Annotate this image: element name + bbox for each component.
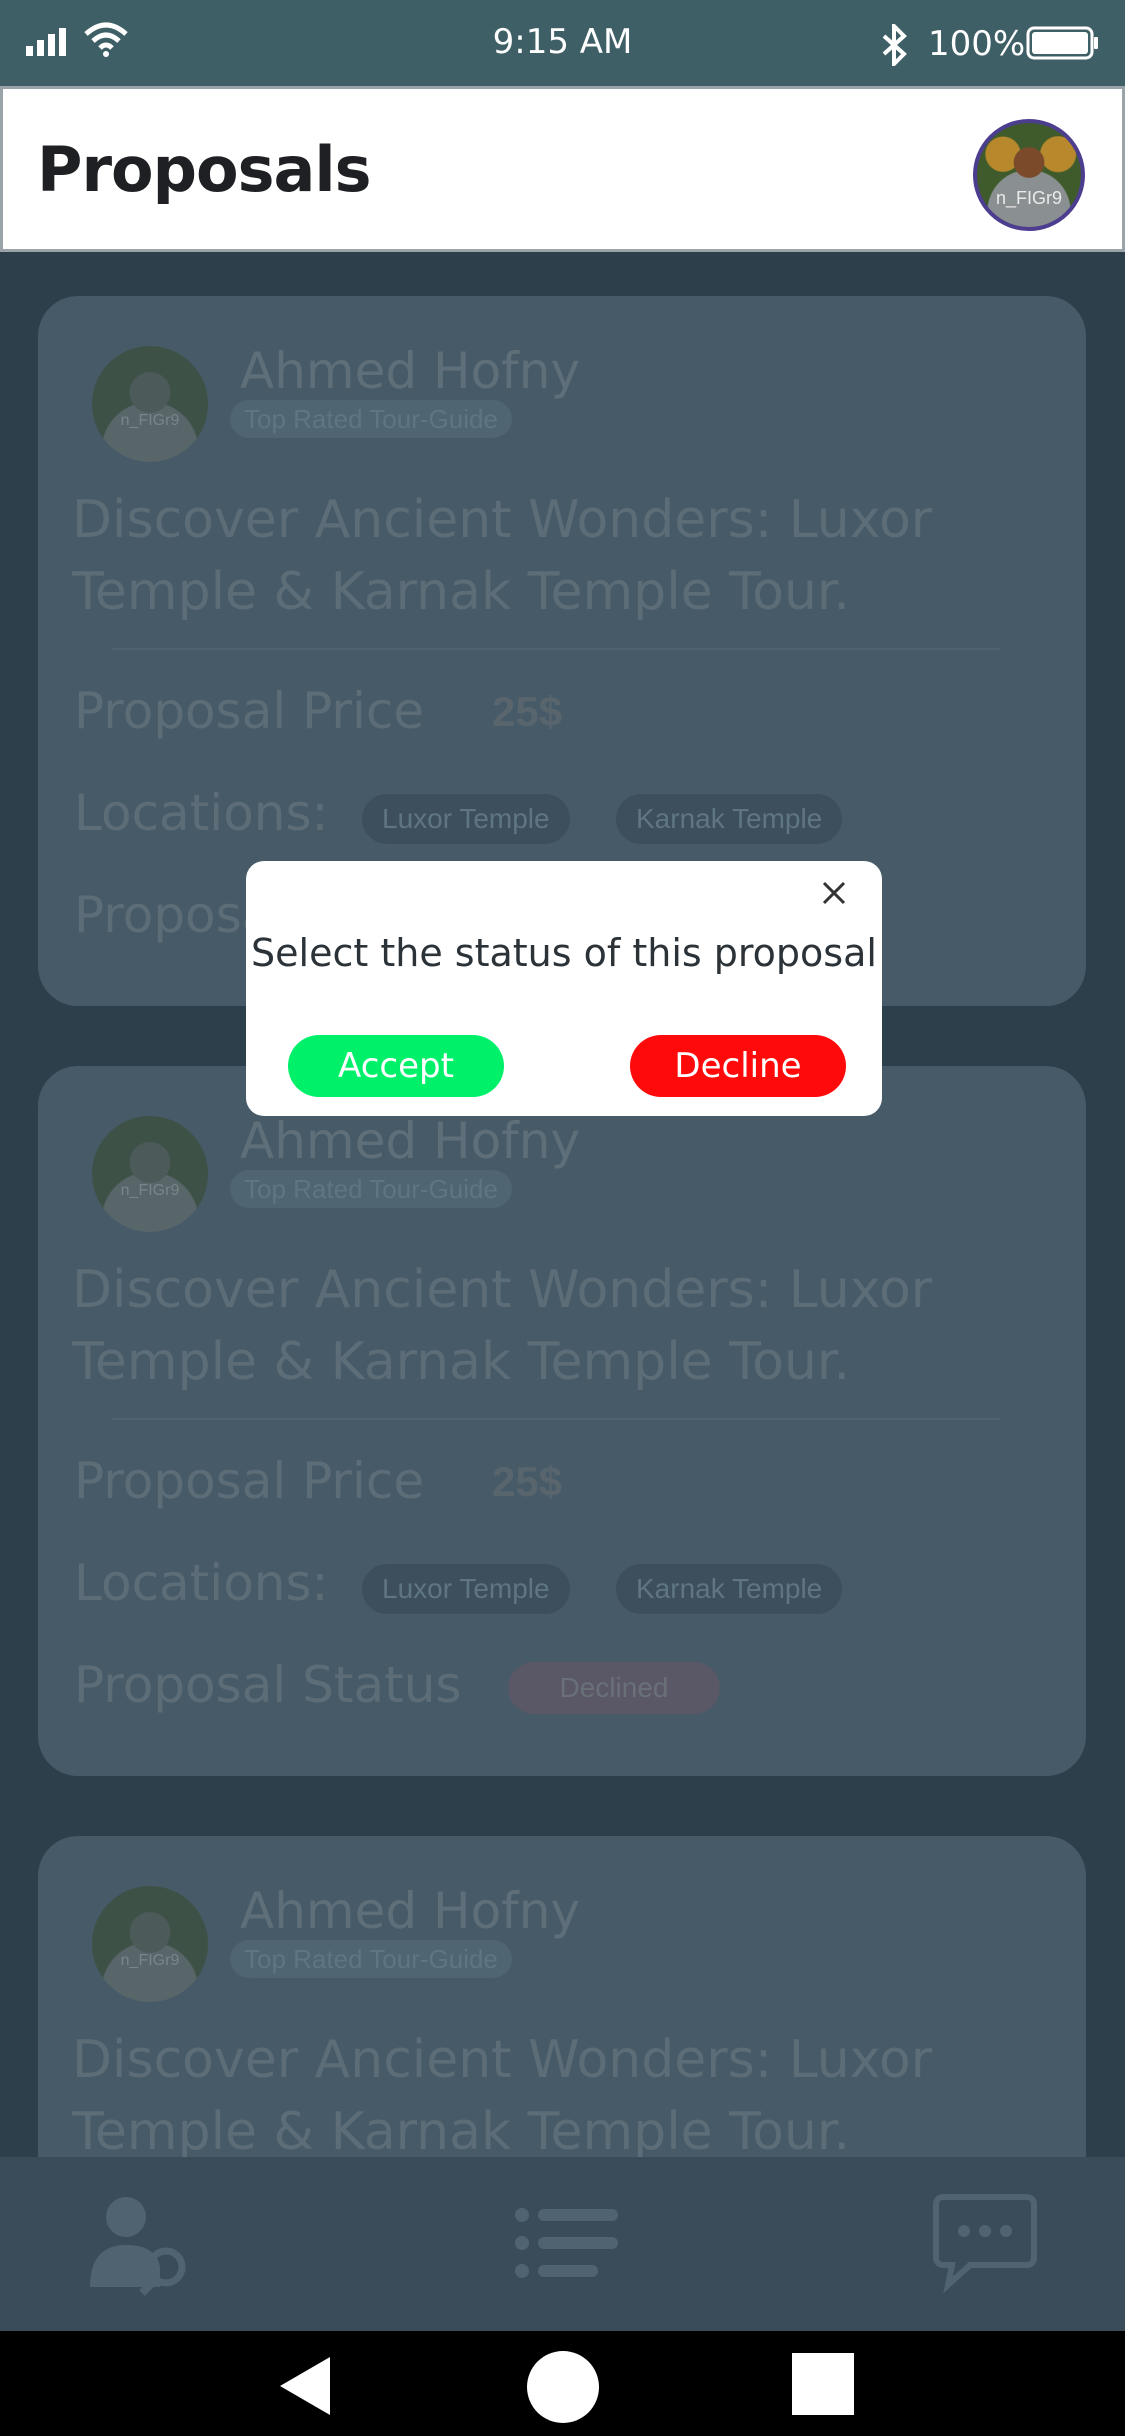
location-chip: Luxor Temple: [362, 1564, 570, 1614]
avatar-watermark: n_FIGr9: [120, 1952, 180, 1969]
price-value: 25$: [492, 1458, 563, 1505]
bluetooth-icon: [882, 24, 907, 66]
guide-badge: Top Rated Tour-Guide: [230, 1170, 512, 1208]
guide-name: Ahmed Hofny: [240, 1112, 581, 1170]
guide-name: Ahmed Hofny: [240, 1882, 581, 1940]
proposal-card[interactable]: n_FIGr9 Ahmed Hofny Top Rated Tour-Guide…: [38, 1836, 1086, 2157]
proposal-title: Discover Ancient Wonders: Luxor Temple &…: [72, 2030, 933, 2157]
close-icon[interactable]: [816, 875, 852, 911]
location-chip: Karnak Temple: [616, 794, 843, 844]
app-header: Proposals n_FIGr9: [0, 86, 1125, 252]
home-icon[interactable]: [527, 2351, 599, 2423]
back-icon[interactable]: [278, 2355, 332, 2417]
recents-icon[interactable]: [792, 2353, 854, 2415]
guide-search-icon[interactable]: [86, 2187, 196, 2297]
page-title: Proposals: [37, 133, 371, 206]
guide-badge: Top Rated Tour-Guide: [230, 1940, 512, 1978]
avatar-watermark: n_FIGr9: [120, 412, 180, 429]
battery-percentage: 100%: [928, 24, 1026, 64]
guide-avatar: n_FIGr9: [92, 1116, 208, 1232]
avatar-watermark: n_FIGr9: [120, 1182, 180, 1199]
proposal-title: Discover Ancient Wonders: Luxor Temple &…: [72, 1260, 933, 1392]
avatar-watermark: n_FIGr9: [995, 188, 1063, 208]
profile-avatar[interactable]: n_FIGr9: [973, 119, 1085, 231]
price-label: Proposal Price: [74, 682, 425, 740]
location-chip: Karnak Temple: [616, 1564, 843, 1614]
status-badge: Declined: [508, 1662, 720, 1714]
price-label: Proposal Price: [74, 1452, 425, 1510]
list-icon[interactable]: [512, 2187, 622, 2297]
guide-avatar: n_FIGr9: [92, 1886, 208, 2002]
status-label: Proposal Status: [74, 1656, 462, 1714]
decline-button[interactable]: Decline: [630, 1035, 846, 1097]
battery-icon: [1026, 26, 1098, 60]
locations-label: Locations:: [74, 1554, 329, 1612]
guide-name: Ahmed Hofny: [240, 342, 581, 400]
guide-avatar: n_FIGr9: [92, 346, 208, 462]
divider: [112, 1418, 1000, 1420]
system-nav-bar: [0, 2331, 1125, 2436]
status-bar: 9:15 AM 100%: [0, 0, 1125, 86]
status-dialog: Select the status of this proposal Accep…: [246, 861, 882, 1116]
bottom-nav: [0, 2157, 1125, 2331]
proposal-list: n_FIGr9 Ahmed Hofny Top Rated Tour-Guide…: [0, 252, 1125, 2157]
location-chip: Luxor Temple: [362, 794, 570, 844]
locations-label: Locations:: [74, 784, 329, 842]
chat-icon[interactable]: [930, 2187, 1040, 2297]
proposal-card[interactable]: n_FIGr9 Ahmed Hofny Top Rated Tour-Guide…: [38, 1066, 1086, 1776]
price-value: 25$: [492, 688, 563, 735]
proposal-title: Discover Ancient Wonders: Luxor Temple &…: [72, 490, 933, 622]
guide-badge: Top Rated Tour-Guide: [230, 400, 512, 438]
accept-button[interactable]: Accept: [288, 1035, 504, 1097]
dialog-prompt: Select the status of this proposal: [251, 931, 877, 975]
divider: [112, 648, 1000, 650]
